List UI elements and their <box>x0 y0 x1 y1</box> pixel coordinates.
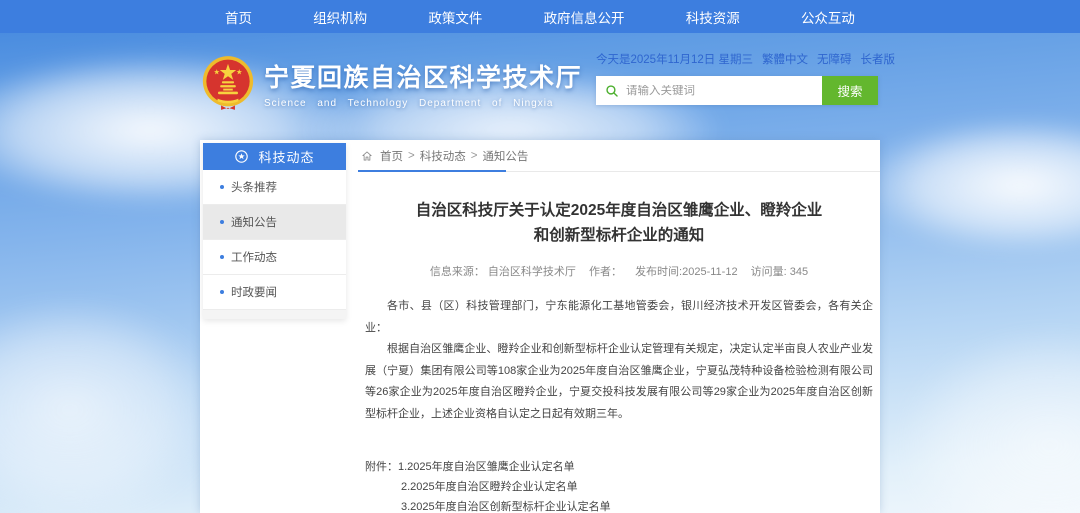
top-nav-inner: 首页 组织机构 政策文件 政府信息公开 科技资源 公众互动 <box>195 0 885 33</box>
elder-version-link[interactable]: 长者版 <box>861 51 896 67</box>
accessibility-link[interactable]: 无障碍 <box>817 51 852 67</box>
nav-item-gov-info-disclosure[interactable]: 政府信息公开 <box>544 7 625 27</box>
bullet-icon <box>220 290 224 294</box>
search-input[interactable] <box>626 85 813 97</box>
sidebar-item-label: 头条推荐 <box>231 179 277 195</box>
cloud-decoration <box>860 120 1080 250</box>
nav-item-home[interactable]: 首页 <box>225 7 252 27</box>
attachment-row: 3.2025年度自治区创新型标杆企业认定名单 <box>365 497 873 513</box>
sidebar-title: 科技动态 <box>258 147 314 166</box>
header-right: 今天是2025年11月12日 星期三 繁體中文 无障碍 长者版 搜索 <box>596 51 878 105</box>
main-panel: 科技动态 头条推荐 通知公告 工作动态 时政要闻 <box>200 140 880 513</box>
nav-item-sci-tech-resources[interactable]: 科技资源 <box>686 7 740 27</box>
breadcrumb-separator: > <box>471 150 478 162</box>
sidebar-footer <box>203 310 346 319</box>
sidebar-item-label: 通知公告 <box>231 214 277 230</box>
attachment-link-1[interactable]: 1.2025年度自治区雏鹰企业认定名单 <box>398 457 575 477</box>
bullet-icon <box>220 255 224 259</box>
cloud-decoration <box>0 300 220 513</box>
breadcrumb-notices[interactable]: 通知公告 <box>482 148 528 164</box>
cloud-decoration <box>900 330 1080 513</box>
search-icon <box>605 84 619 98</box>
sidebar-item-label: 时政要闻 <box>231 284 277 300</box>
top-nav: 首页 组织机构 政策文件 政府信息公开 科技资源 公众互动 <box>0 0 1080 33</box>
sidebar-item-political-news[interactable]: 时政要闻 <box>203 275 346 310</box>
search-button[interactable]: 搜索 <box>822 76 878 105</box>
search-box <box>596 76 822 105</box>
meta-publish-time: 发布时间:2025-11-12 <box>635 266 738 278</box>
nav-item-public-interaction[interactable]: 公众互动 <box>801 7 855 27</box>
attachment-link-2[interactable]: 2.2025年度自治区瞪羚企业认定名单 <box>401 477 578 497</box>
article-body: 各市、县（区）科技管理部门，宁东能源化工基地管委会，银川经济技术开发区管委会，各… <box>365 296 873 425</box>
attachments-label: 附件： <box>365 457 398 477</box>
breadcrumb-active-underline <box>358 170 506 172</box>
article-meta: 信息来源： 自治区科学技术厅 作者： 发布时间:2025-11-12 访问量: … <box>365 263 873 279</box>
meta-source: 信息来源： 自治区科学技术厅 <box>430 266 576 278</box>
star-circle-icon <box>234 149 249 164</box>
sidebar-header: 科技动态 <box>203 143 346 170</box>
site-header: 宁夏回族自治区科学技术厅 Science and Technology Depa… <box>200 33 880 140</box>
brand-text: 宁夏回族自治区科学技术厅 Science and Technology Depa… <box>264 58 582 109</box>
article-title-line2: 和创新型标杆企业的通知 <box>365 223 873 248</box>
breadcrumb-sci-tech-news[interactable]: 科技动态 <box>420 148 466 164</box>
sidebar-item-work-updates[interactable]: 工作动态 <box>203 240 346 275</box>
traditional-chinese-link[interactable]: 繁體中文 <box>762 51 808 67</box>
article-paragraph: 根据自治区雏鹰企业、瞪羚企业和创新型标杆企业认定管理有关规定，决定认定半亩良人农… <box>365 339 873 425</box>
breadcrumb-separator: > <box>408 150 415 162</box>
page: 首页 组织机构 政策文件 政府信息公开 科技资源 公众互动 <box>0 0 1080 513</box>
meta-author: 作者： <box>589 266 622 278</box>
site-brand: 宁夏回族自治区科学技术厅 Science and Technology Depa… <box>202 55 582 111</box>
content-area: 首页 > 科技动态 > 通知公告 自治区科技厅关于认定2025年度自治区雏鹰企业… <box>358 140 880 513</box>
breadcrumb-home[interactable]: 首页 <box>380 148 403 164</box>
sidebar: 科技动态 头条推荐 通知公告 工作动态 时政要闻 <box>203 143 346 319</box>
attachments: 附件： 1.2025年度自治区雏鹰企业认定名单 2.2025年度自治区瞪羚企业认… <box>365 457 873 513</box>
nav-item-organization[interactable]: 组织机构 <box>313 7 367 27</box>
article-title-line1: 自治区科技厅关于认定2025年度自治区雏鹰企业、瞪羚企业 <box>365 198 873 223</box>
article-paragraph: 各市、县（区）科技管理部门，宁东能源化工基地管委会，银川经济技术开发区管委会，各… <box>365 296 873 339</box>
sidebar-item-label: 工作动态 <box>231 249 277 265</box>
attachment-row: 附件： 1.2025年度自治区雏鹰企业认定名单 <box>365 457 873 477</box>
bullet-icon <box>220 220 224 224</box>
site-title: 宁夏回族自治区科学技术厅 <box>264 58 582 94</box>
sidebar-item-notices[interactable]: 通知公告 <box>203 205 346 240</box>
article: 自治区科技厅关于认定2025年度自治区雏鹰企业、瞪羚企业 和创新型标杆企业的通知… <box>358 198 880 513</box>
current-date-text: 今天是2025年11月12日 星期三 <box>596 51 753 67</box>
national-emblem-icon <box>202 55 254 111</box>
meta-visit-count: 访问量: 345 <box>751 266 808 278</box>
site-subtitle: Science and Technology Department of Nin… <box>264 98 582 109</box>
breadcrumb: 首页 > 科技动态 > 通知公告 <box>358 140 880 172</box>
header-top-links: 今天是2025年11月12日 星期三 繁體中文 无障碍 长者版 <box>596 51 878 67</box>
attachment-link-3[interactable]: 3.2025年度自治区创新型标杆企业认定名单 <box>401 497 611 513</box>
bullet-icon <box>220 185 224 189</box>
attachment-row: 2.2025年度自治区瞪羚企业认定名单 <box>365 477 873 497</box>
sidebar-item-headlines[interactable]: 头条推荐 <box>203 170 346 205</box>
search-bar: 搜索 <box>596 76 878 105</box>
home-icon <box>361 150 373 162</box>
nav-item-policy-documents[interactable]: 政策文件 <box>428 7 482 27</box>
article-title: 自治区科技厅关于认定2025年度自治区雏鹰企业、瞪羚企业 和创新型标杆企业的通知 <box>365 198 873 248</box>
